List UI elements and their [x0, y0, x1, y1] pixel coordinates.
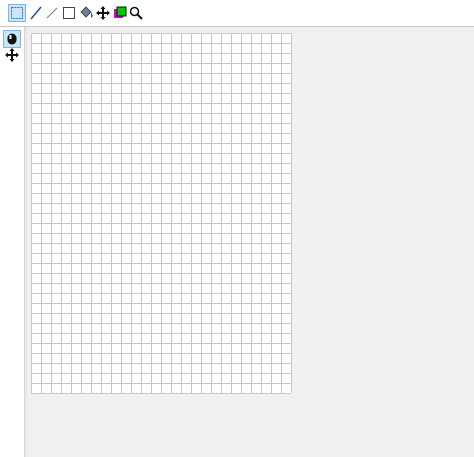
move-arrows-icon [96, 6, 110, 20]
rectangle-tool[interactable] [60, 4, 78, 22]
rectangle-icon [63, 7, 75, 19]
pixel-grid-canvas[interactable] [31, 33, 292, 394]
paint-bucket-icon [80, 6, 93, 18]
toolbar [0, 0, 474, 27]
dashed-rectangle-icon [11, 7, 23, 19]
select-rectangle-tool[interactable] [8, 4, 26, 22]
move-tool[interactable] [94, 4, 112, 22]
pencil-icon [30, 6, 42, 20]
zoom-tool[interactable] [127, 4, 145, 22]
mouse-icon [7, 33, 17, 45]
magnifier-icon [129, 6, 143, 20]
side-toolbar [0, 27, 24, 457]
pixel-canvas-area[interactable] [31, 33, 292, 394]
fill-tool[interactable] [77, 4, 95, 22]
move-arrows-icon [5, 48, 19, 62]
line-tool[interactable] [43, 4, 61, 22]
color-swatch-icon [114, 6, 127, 18]
line-icon [46, 7, 58, 19]
pan-tool[interactable] [3, 46, 21, 64]
